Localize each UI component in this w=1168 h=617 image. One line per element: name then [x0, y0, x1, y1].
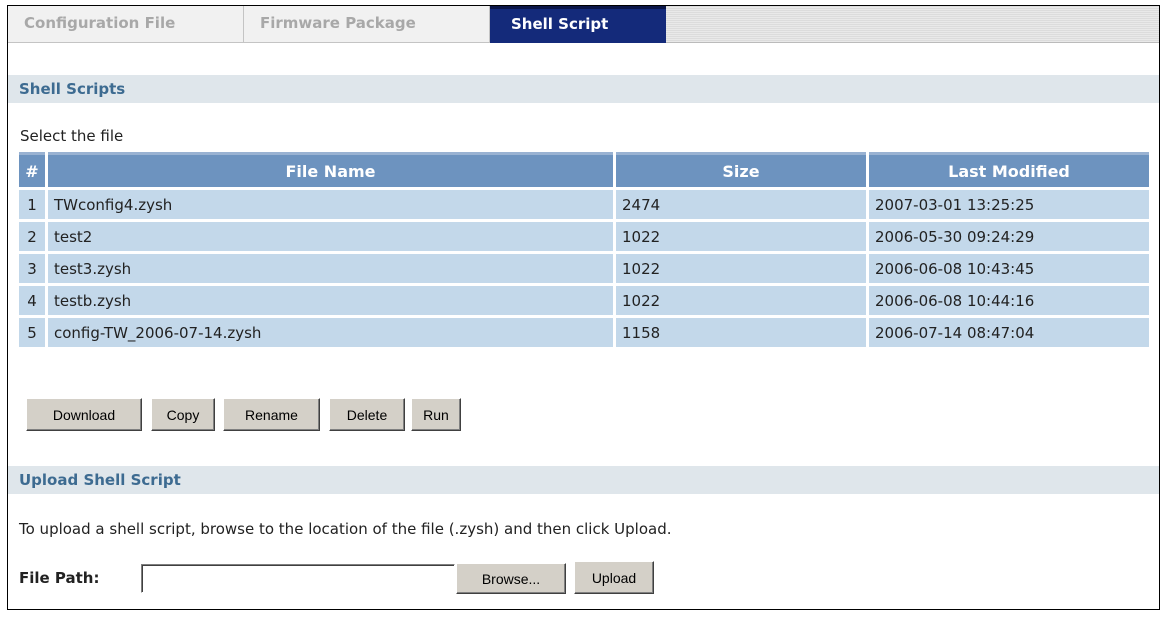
tab-firmware-package[interactable]: Firmware Package	[244, 6, 490, 43]
copy-button[interactable]: Copy	[151, 398, 215, 431]
row-last-modified: 2006-06-08 10:44:16	[869, 286, 1149, 315]
row-number: 2	[19, 222, 45, 251]
row-file-name: test2	[48, 222, 613, 251]
row-number: 4	[19, 286, 45, 315]
file-path-label: File Path:	[19, 569, 100, 587]
row-last-modified: 2006-06-08 10:43:45	[869, 254, 1149, 283]
table-row[interactable]: 1 TWconfig4.zysh 2474 2007-03-01 13:25:2…	[19, 190, 1149, 219]
table-header-row: # File Name Size Last Modified	[19, 152, 1149, 187]
row-file-name: config-TW_2006-07-14.zysh	[48, 318, 613, 347]
file-path-input[interactable]	[141, 564, 455, 593]
column-header-size[interactable]: Size	[616, 152, 866, 187]
shell-scripts-section-title: Shell Scripts	[8, 75, 1159, 103]
row-number: 1	[19, 190, 45, 219]
row-size: 1022	[616, 286, 866, 315]
tab-configuration-file[interactable]: Configuration File	[8, 6, 244, 43]
table-row[interactable]: 5 config-TW_2006-07-14.zysh 1158 2006-07…	[19, 318, 1149, 347]
upload-button[interactable]: Upload	[574, 561, 654, 594]
row-last-modified: 2006-05-30 09:24:29	[869, 222, 1149, 251]
row-file-name: testb.zysh	[48, 286, 613, 315]
table-row[interactable]: 4 testb.zysh 1022 2006-06-08 10:44:16	[19, 286, 1149, 315]
download-button[interactable]: Download	[26, 398, 142, 431]
table-row[interactable]: 3 test3.zysh 1022 2006-06-08 10:43:45	[19, 254, 1149, 283]
table-row[interactable]: 2 test2 1022 2006-05-30 09:24:29	[19, 222, 1149, 251]
select-file-label: Select the file	[20, 127, 124, 145]
row-last-modified: 2007-03-01 13:25:25	[869, 190, 1149, 219]
upload-shell-script-section-title: Upload Shell Script	[8, 466, 1159, 494]
row-size: 1022	[616, 254, 866, 283]
run-button[interactable]: Run	[411, 398, 461, 431]
row-last-modified: 2006-07-14 08:47:04	[869, 318, 1149, 347]
row-number: 5	[19, 318, 45, 347]
upload-instructions: To upload a shell script, browse to the …	[19, 520, 672, 538]
column-header-last-modified[interactable]: Last Modified	[869, 152, 1149, 187]
shell-script-panel: Configuration File Firmware Package Shel…	[7, 5, 1160, 610]
browse-button[interactable]: Browse...	[456, 563, 566, 594]
tab-bar: Configuration File Firmware Package Shel…	[8, 6, 1159, 43]
delete-button[interactable]: Delete	[329, 398, 405, 431]
rename-button[interactable]: Rename	[223, 398, 320, 431]
row-size: 1022	[616, 222, 866, 251]
column-header-number[interactable]: #	[19, 152, 45, 187]
tab-shell-script[interactable]: Shell Script	[490, 6, 666, 43]
row-file-name: test3.zysh	[48, 254, 613, 283]
column-header-file-name[interactable]: File Name	[48, 152, 613, 187]
row-number: 3	[19, 254, 45, 283]
row-file-name: TWconfig4.zysh	[48, 190, 613, 219]
row-size: 2474	[616, 190, 866, 219]
shell-scripts-table: # File Name Size Last Modified 1 TWconfi…	[16, 149, 1152, 350]
row-size: 1158	[616, 318, 866, 347]
